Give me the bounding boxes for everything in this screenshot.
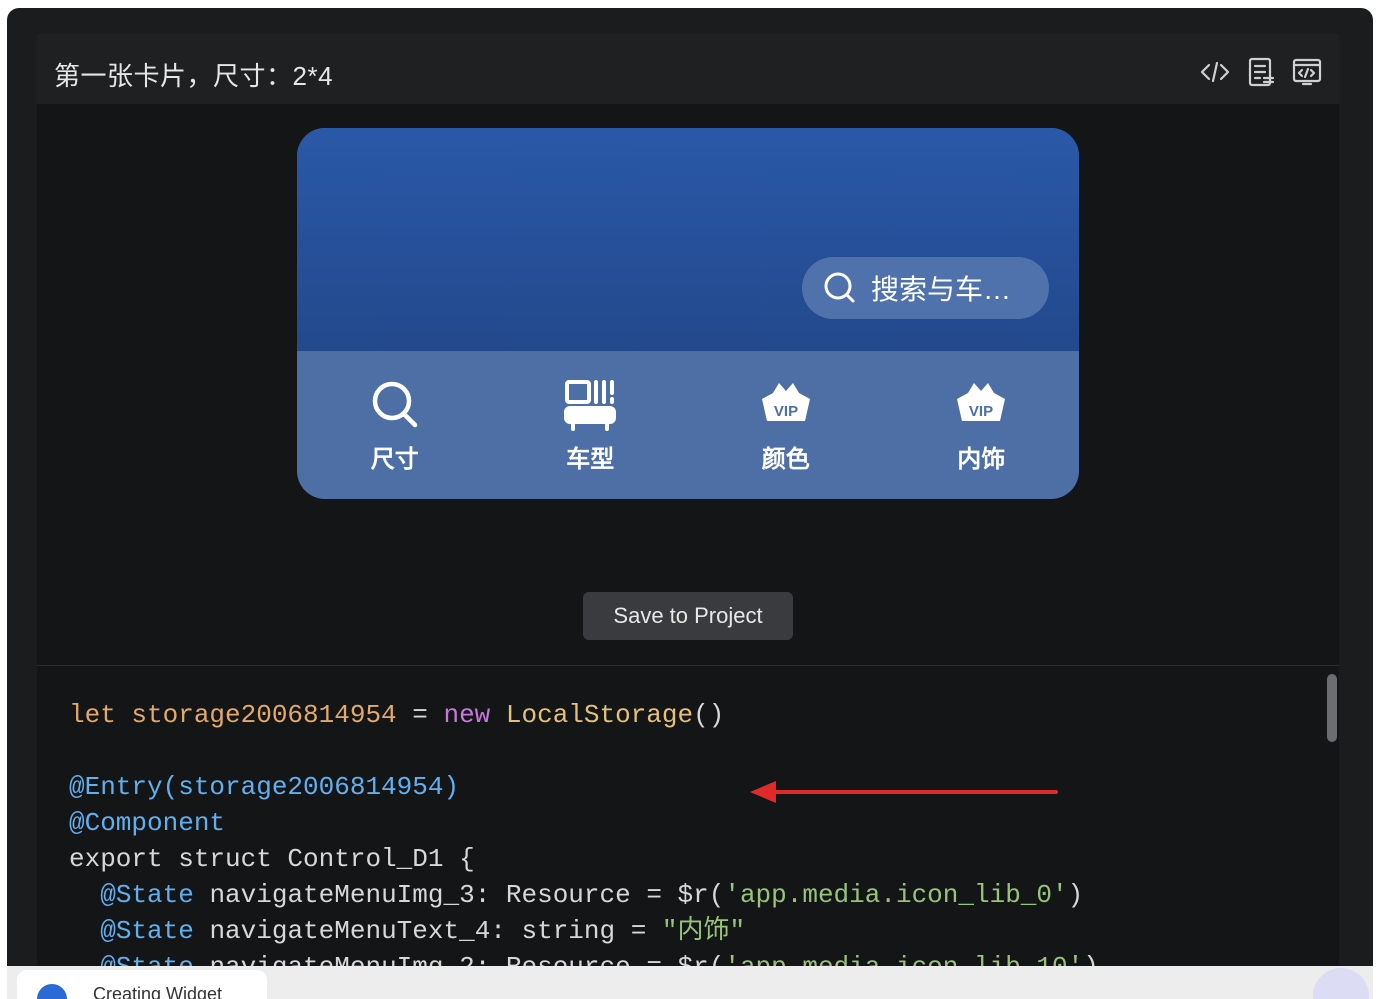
code-line: @State navigateMenuImg_3: Resource = $r(… xyxy=(69,877,1083,913)
nav-item-model[interactable]: 车型 xyxy=(493,351,689,499)
search-placeholder: 搜索与车… xyxy=(871,274,1012,305)
svg-text:VIP: VIP xyxy=(774,403,798,420)
app-window: 第一张卡片，尺寸：2*4 搜索与车… 尺寸 车型 VIP 颜色 VIP 内饰 S… xyxy=(7,8,1373,992)
code-line: export struct Control_D1 { xyxy=(69,844,475,874)
code-token: new xyxy=(443,700,491,730)
code-token: () xyxy=(693,700,725,730)
vip-crown-icon: VIP xyxy=(759,379,813,433)
code-token: LocalStorage xyxy=(490,700,694,730)
save-to-project-button[interactable]: Save to Project xyxy=(583,592,793,640)
nav-menu: 尺寸 车型 VIP 颜色 VIP 内饰 xyxy=(297,351,1079,499)
bottom-tab[interactable]: Creating Widget xyxy=(17,970,267,999)
code-token: ) xyxy=(1067,880,1084,910)
code-line: @Component xyxy=(69,808,226,838)
code-window-icon[interactable] xyxy=(1291,56,1323,88)
search-icon xyxy=(368,379,422,433)
nav-item-size[interactable]: 尺寸 xyxy=(297,351,493,499)
document-list-icon[interactable] xyxy=(1245,56,1277,88)
preview-panel: 第一张卡片，尺寸：2*4 搜索与车… 尺寸 车型 VIP 颜色 VIP 内饰 S… xyxy=(37,34,1339,974)
bottom-tab-label: Creating Widget xyxy=(93,984,223,999)
code-token: navigateMenuText_4: string = xyxy=(193,916,662,946)
widget-card-preview: 搜索与车… 尺寸 车型 VIP 颜色 VIP 内饰 xyxy=(297,128,1079,499)
code-token: "内饰" xyxy=(661,916,746,946)
scrollbar-thumb[interactable] xyxy=(1327,674,1337,742)
avatar[interactable] xyxy=(1313,968,1369,999)
nav-label: 内饰 xyxy=(957,446,1006,473)
taskbar: Creating Widget xyxy=(7,966,1373,999)
code-token: let storage2006814954 xyxy=(69,700,397,730)
code-icon[interactable] xyxy=(1199,56,1231,88)
code-token: = xyxy=(396,700,444,730)
car-icon xyxy=(563,379,617,433)
nav-label: 车型 xyxy=(566,446,615,473)
search-bar[interactable]: 搜索与车… xyxy=(802,257,1049,319)
code-token: navigateMenuImg_3: Resource = $r( xyxy=(193,880,725,910)
code-line: let storage2006814954 = new LocalStorage… xyxy=(69,697,724,733)
nav-item-interior[interactable]: VIP 内饰 xyxy=(884,351,1080,499)
code-line: @Entry(storage2006814954) xyxy=(69,772,460,802)
card-banner: 搜索与车… xyxy=(297,128,1079,351)
code-token: 'app.media.icon_lib_0' xyxy=(724,880,1068,910)
nav-label: 尺寸 xyxy=(370,446,419,473)
nav-label: 颜色 xyxy=(761,446,810,473)
search-icon xyxy=(822,270,858,306)
code-line: @State navigateMenuText_4: string = "内饰" xyxy=(69,913,745,949)
annotation-arrow xyxy=(750,781,1058,803)
code-editor[interactable]: let storage2006814954 = new LocalStorage… xyxy=(37,666,1339,974)
vip-crown-icon: VIP xyxy=(954,379,1008,433)
panel-title: 第一张卡片，尺寸：2*4 xyxy=(54,61,334,91)
code-token: @State xyxy=(100,916,194,946)
panel-header: 第一张卡片，尺寸：2*4 xyxy=(37,34,1339,104)
header-toolbar xyxy=(1199,56,1323,88)
nav-item-color[interactable]: VIP 颜色 xyxy=(688,351,884,499)
code-token: @State xyxy=(100,880,194,910)
svg-text:VIP: VIP xyxy=(969,403,993,420)
app-logo-icon xyxy=(37,984,67,999)
